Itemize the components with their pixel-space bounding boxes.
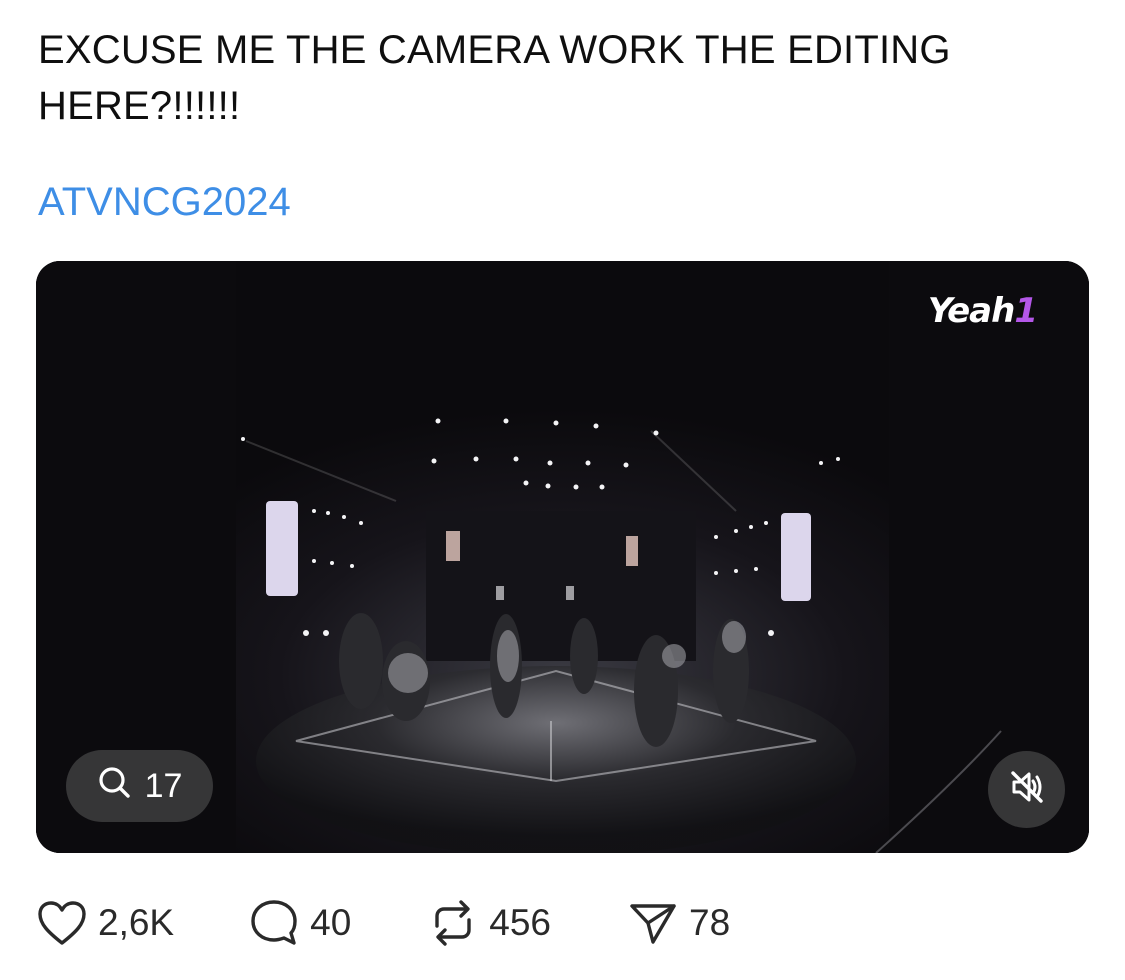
watermark-text: Yeah xyxy=(927,291,1015,331)
mute-toggle-button[interactable] xyxy=(988,751,1065,828)
share-count: 78 xyxy=(689,902,731,943)
repost-count: 456 xyxy=(489,902,552,943)
video-replies-pill[interactable]: 17 xyxy=(66,750,213,822)
repost-button[interactable]: 456 xyxy=(427,898,551,948)
heart-icon xyxy=(36,899,88,947)
send-paper-plane-icon xyxy=(627,898,679,948)
video-player[interactable]: Yeah1 17 xyxy=(36,261,1089,853)
comment-bubble-icon xyxy=(248,898,300,948)
post-text: EXCUSE ME THE CAMERA WORK THE EDITING HE… xyxy=(38,28,951,128)
channel-watermark-logo: Yeah1 xyxy=(927,291,1038,331)
repost-arrows-icon xyxy=(427,898,479,948)
reply-count: 40 xyxy=(310,902,352,943)
like-count: 2,6K xyxy=(98,902,175,943)
share-button[interactable]: 78 xyxy=(627,898,730,948)
post-actions-bar: 2,6K 40 456 78 xyxy=(36,893,730,953)
watermark-suffix: 1 xyxy=(1014,291,1038,331)
reply-button[interactable]: 40 xyxy=(248,898,351,948)
video-replies-count: 17 xyxy=(144,766,183,805)
speaker-muted-icon xyxy=(1008,768,1046,811)
like-button[interactable]: 2,6K xyxy=(36,899,174,947)
search-icon xyxy=(97,765,131,808)
hashtag-link[interactable]: ATVNCG2024 xyxy=(38,174,291,230)
